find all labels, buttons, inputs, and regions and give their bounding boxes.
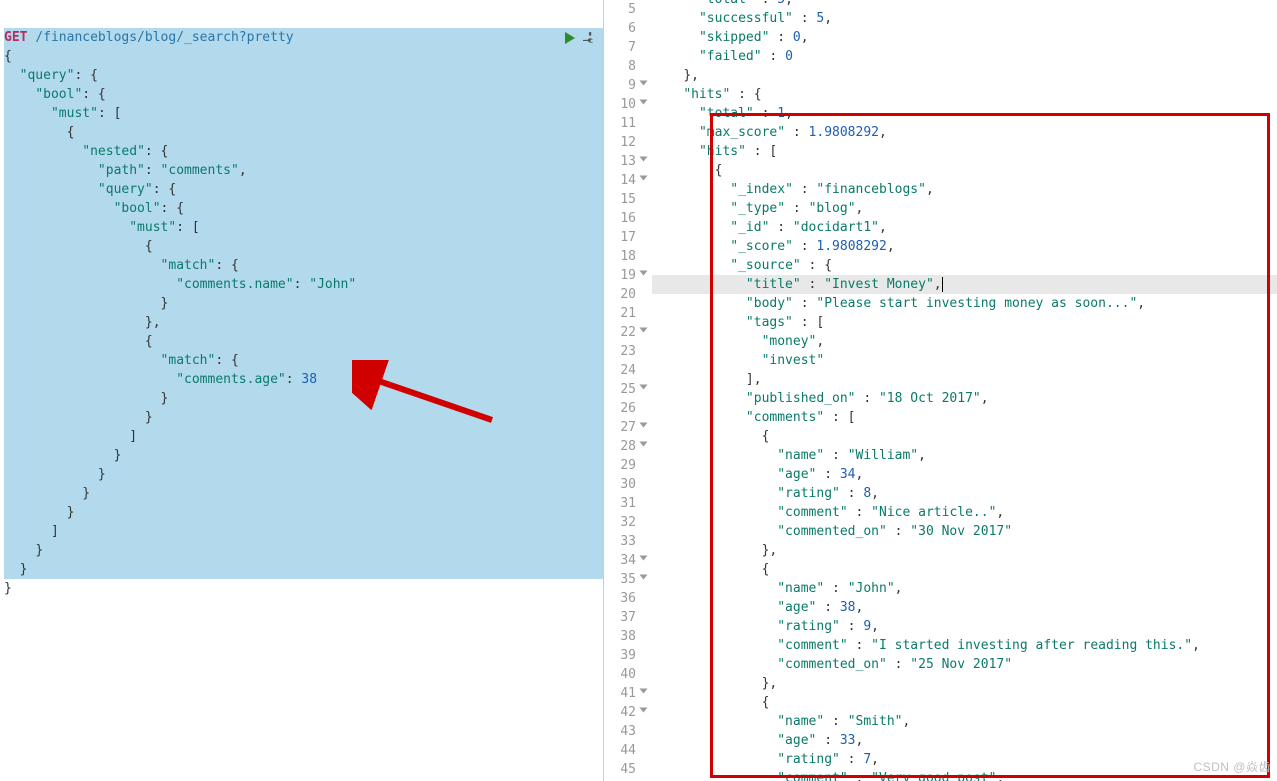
watermark: CSDN @焱齿 (1193, 758, 1271, 777)
request-code[interactable]: GET /financeblogs/blog/_search?pretty{ "… (0, 0, 603, 598)
response-pane[interactable]: 5678910111213141516171819202122232425262… (604, 0, 1277, 781)
request-editor-pane[interactable]: GET /financeblogs/blog/_search?pretty{ "… (0, 0, 604, 781)
editor-toolbar (565, 32, 597, 46)
wrench-icon[interactable] (583, 32, 597, 46)
play-icon[interactable] (565, 32, 575, 44)
response-line-gutter: 5678910111213141516171819202122232425262… (604, 0, 644, 781)
response-code[interactable]: "total" : 5, "successful" : 5, "skipped"… (604, 0, 1277, 781)
